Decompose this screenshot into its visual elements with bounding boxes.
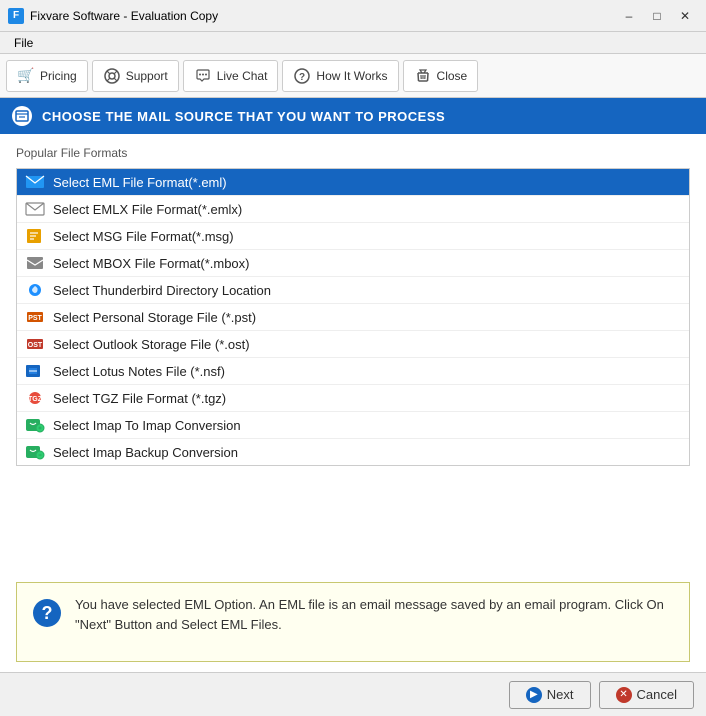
format-item-imap[interactable]: Select Imap To Imap Conversion: [17, 412, 689, 439]
thunderbird-icon: [25, 282, 45, 298]
live-chat-label: Live Chat: [217, 69, 268, 83]
format-item-imap-label: Select Imap To Imap Conversion: [53, 418, 241, 433]
format-item-emlx[interactable]: Select EMLX File Format(*.emlx): [17, 196, 689, 223]
format-item-thunderbird[interactable]: Select Thunderbird Directory Location: [17, 277, 689, 304]
how-it-works-button[interactable]: ? How It Works: [282, 60, 398, 92]
support-icon: [103, 67, 121, 85]
imap-icon: [25, 417, 45, 433]
info-text: You have selected EML Option. An EML fil…: [75, 595, 675, 634]
tgz-icon: TGZ: [25, 390, 45, 406]
maximize-button[interactable]: □: [644, 6, 670, 26]
format-item-imap-backup[interactable]: Select Imap Backup Conversion: [17, 439, 689, 465]
close-toolbar-icon: [414, 67, 432, 85]
support-button[interactable]: Support: [92, 60, 179, 92]
format-item-msg-label: Select MSG File Format(*.msg): [53, 229, 234, 244]
format-item-tgz[interactable]: TGZ Select TGZ File Format (*.tgz): [17, 385, 689, 412]
cancel-icon: ✕: [616, 687, 632, 703]
window-controls: – □ ✕: [616, 6, 698, 26]
svg-text:?: ?: [299, 72, 305, 83]
format-item-msg[interactable]: Select MSG File Format(*.msg): [17, 223, 689, 250]
window-title: Fixvare Software - Evaluation Copy: [30, 9, 616, 23]
format-item-imap-backup-label: Select Imap Backup Conversion: [53, 445, 238, 460]
svg-text:PST: PST: [28, 315, 42, 322]
next-icon: ▶: [526, 687, 542, 703]
pricing-button[interactable]: 🛒 Pricing: [6, 60, 88, 92]
format-item-ost-label: Select Outlook Storage File (*.ost): [53, 337, 250, 352]
format-item-nsf[interactable]: Select Lotus Notes File (*.nsf): [17, 358, 689, 385]
minimize-button[interactable]: –: [616, 6, 642, 26]
cancel-button[interactable]: ✕ Cancel: [599, 681, 694, 709]
section-header-icon: [12, 106, 32, 126]
next-button[interactable]: ▶ Next: [509, 681, 591, 709]
support-label: Support: [126, 69, 168, 83]
window-close-button[interactable]: ✕: [672, 6, 698, 26]
live-chat-button[interactable]: Live Chat: [183, 60, 279, 92]
popular-formats-label: Popular File Formats: [16, 146, 690, 160]
format-item-ost[interactable]: OST Select Outlook Storage File (*.ost): [17, 331, 689, 358]
mbox-icon: [25, 255, 45, 271]
toolbar: 🛒 Pricing Support Live Chat: [0, 54, 706, 98]
format-item-nsf-label: Select Lotus Notes File (*.nsf): [53, 364, 225, 379]
format-item-pst-label: Select Personal Storage File (*.pst): [53, 310, 256, 325]
format-list: Select EML File Format(*.eml) Select EML…: [16, 168, 690, 466]
pricing-label: Pricing: [40, 69, 77, 83]
section-header-text: CHOOSE THE MAIL SOURCE THAT YOU WANT TO …: [42, 109, 445, 124]
cancel-label: Cancel: [637, 687, 677, 702]
format-item-pst[interactable]: PST Select Personal Storage File (*.pst): [17, 304, 689, 331]
imap-backup-icon: [25, 444, 45, 460]
format-item-emlx-label: Select EMLX File Format(*.emlx): [53, 202, 242, 217]
pricing-icon: 🛒: [17, 67, 35, 85]
eml-icon: [25, 174, 45, 190]
bottom-bar: ▶ Next ✕ Cancel: [0, 672, 706, 716]
svg-text:OST: OST: [28, 342, 43, 349]
svg-text:TGZ: TGZ: [28, 396, 43, 403]
menu-file[interactable]: File: [6, 34, 41, 52]
format-item-mbox[interactable]: Select MBOX File Format(*.mbox): [17, 250, 689, 277]
svg-text:?: ?: [42, 603, 53, 623]
msg-icon: [25, 228, 45, 244]
main-content: Popular File Formats Select EML File For…: [0, 134, 706, 572]
format-item-mbox-label: Select MBOX File Format(*.mbox): [53, 256, 250, 271]
info-box: ? You have selected EML Option. An EML f…: [16, 582, 690, 662]
info-box-wrapper: ? You have selected EML Option. An EML f…: [0, 572, 706, 672]
title-bar: F Fixvare Software - Evaluation Copy – □…: [0, 0, 706, 32]
section-header: CHOOSE THE MAIL SOURCE THAT YOU WANT TO …: [0, 98, 706, 134]
close-toolbar-label: Close: [437, 69, 468, 83]
next-label: Next: [547, 687, 574, 702]
app-icon: F: [8, 8, 24, 24]
format-item-tgz-label: Select TGZ File Format (*.tgz): [53, 391, 226, 406]
live-chat-icon: [194, 67, 212, 85]
format-item-eml-label: Select EML File Format(*.eml): [53, 175, 227, 190]
pst-icon: PST: [25, 309, 45, 325]
close-toolbar-button[interactable]: Close: [403, 60, 479, 92]
menu-bar: File: [0, 32, 706, 54]
how-it-works-icon: ?: [293, 67, 311, 85]
format-item-thunderbird-label: Select Thunderbird Directory Location: [53, 283, 271, 298]
ost-icon: OST: [25, 336, 45, 352]
nsf-icon: [25, 363, 45, 379]
emlx-icon: [25, 201, 45, 217]
how-it-works-label: How It Works: [316, 69, 387, 83]
format-item-eml[interactable]: Select EML File Format(*.eml): [17, 169, 689, 196]
info-question-icon: ?: [31, 597, 63, 629]
